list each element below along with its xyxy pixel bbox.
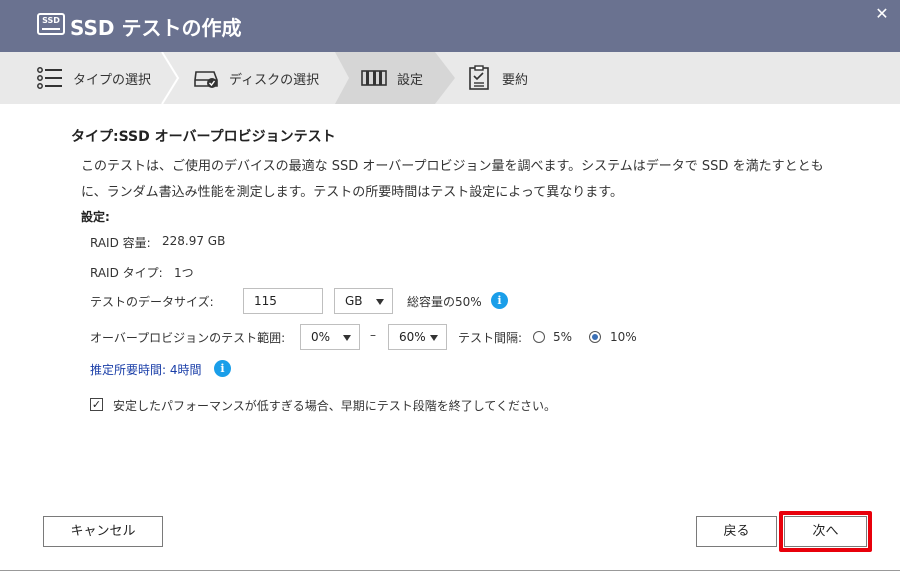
info-icon[interactable]: i xyxy=(214,360,231,377)
settings-icon xyxy=(361,65,387,91)
range-separator: – xyxy=(370,328,376,342)
data-size-unit-value: GB xyxy=(345,294,363,308)
range-to-value: 60% xyxy=(399,330,426,344)
step-label: 設定 xyxy=(397,72,424,88)
back-button[interactable]: 戻る xyxy=(696,516,777,547)
range-label: オーバープロビジョンのテスト範囲: xyxy=(90,331,286,345)
step-disk-select: ディスクの選択 xyxy=(193,52,319,104)
data-size-note: 総容量の50% xyxy=(407,295,482,309)
step-settings: 設定 xyxy=(361,52,423,104)
raid-capacity-value: 228.97 GB xyxy=(162,234,226,248)
window-title: SSD テストの作成 xyxy=(70,16,242,40)
range-from-select[interactable]: 0% xyxy=(300,324,360,350)
list-icon xyxy=(37,65,63,91)
chevron-down-icon xyxy=(376,299,384,305)
raid-type-label: RAID タイプ: xyxy=(90,266,163,280)
test-description: このテストは、ご使用のデバイスの最適な SSD オーバープロビジョン量を調べます… xyxy=(81,159,824,200)
interval-option-label: 5% xyxy=(553,330,573,344)
raid-type-value: 1つ xyxy=(174,266,194,280)
raid-capacity-label: RAID 容量: xyxy=(90,236,151,250)
chevron-down-icon xyxy=(343,335,351,341)
early-stop-label: 安定したパフォーマンスが低すぎる場合、早期にテスト段階を終了してください。 xyxy=(113,399,557,413)
step-separator xyxy=(161,52,180,104)
wizard-steps: タイプの選択 ディスクの選択 設定 要約 xyxy=(0,52,900,104)
data-size-label: テストのデータサイズ: xyxy=(90,295,214,309)
close-icon[interactable]: ✕ xyxy=(874,6,890,22)
step-label: タイプの選択 xyxy=(73,72,152,88)
interval-label: テスト間隔: xyxy=(458,331,523,345)
chevron-down-icon xyxy=(430,335,438,341)
step-label: 要約 xyxy=(502,72,529,88)
step-summary: 要約 xyxy=(466,52,528,104)
ssd-icon: SSD xyxy=(37,13,65,35)
interval-radio-5[interactable] xyxy=(533,331,545,343)
interval-radio-10[interactable] xyxy=(589,331,601,343)
ssd-test-wizard-window: SSD SSD テストの作成 ✕ タイプの選択 ディスクの選択 設定 要約 タイ… xyxy=(0,0,900,571)
estimated-time: 推定所要時間: 4時間 xyxy=(90,363,202,377)
disk-check-icon xyxy=(193,65,219,91)
range-from-value: 0% xyxy=(311,330,331,344)
interval-option-label: 10% xyxy=(610,330,637,344)
summary-icon xyxy=(466,65,492,91)
data-size-unit-select[interactable]: GB xyxy=(334,288,393,314)
step-label: ディスクの選択 xyxy=(229,72,320,88)
step-type-select: タイプの選択 xyxy=(37,52,151,104)
info-icon[interactable]: i xyxy=(491,292,508,309)
early-stop-checkbox[interactable]: ✓ xyxy=(90,398,103,411)
next-button-highlight xyxy=(779,511,872,552)
settings-label: 設定: xyxy=(81,210,110,224)
data-size-input[interactable]: 115 xyxy=(243,288,323,314)
title-bar: SSD SSD テストの作成 ✕ xyxy=(0,0,900,52)
test-type-heading: タイプ:SSD オーバープロビジョンテスト xyxy=(71,129,336,145)
range-to-select[interactable]: 60% xyxy=(388,324,447,350)
cancel-button[interactable]: キャンセル xyxy=(43,516,163,547)
